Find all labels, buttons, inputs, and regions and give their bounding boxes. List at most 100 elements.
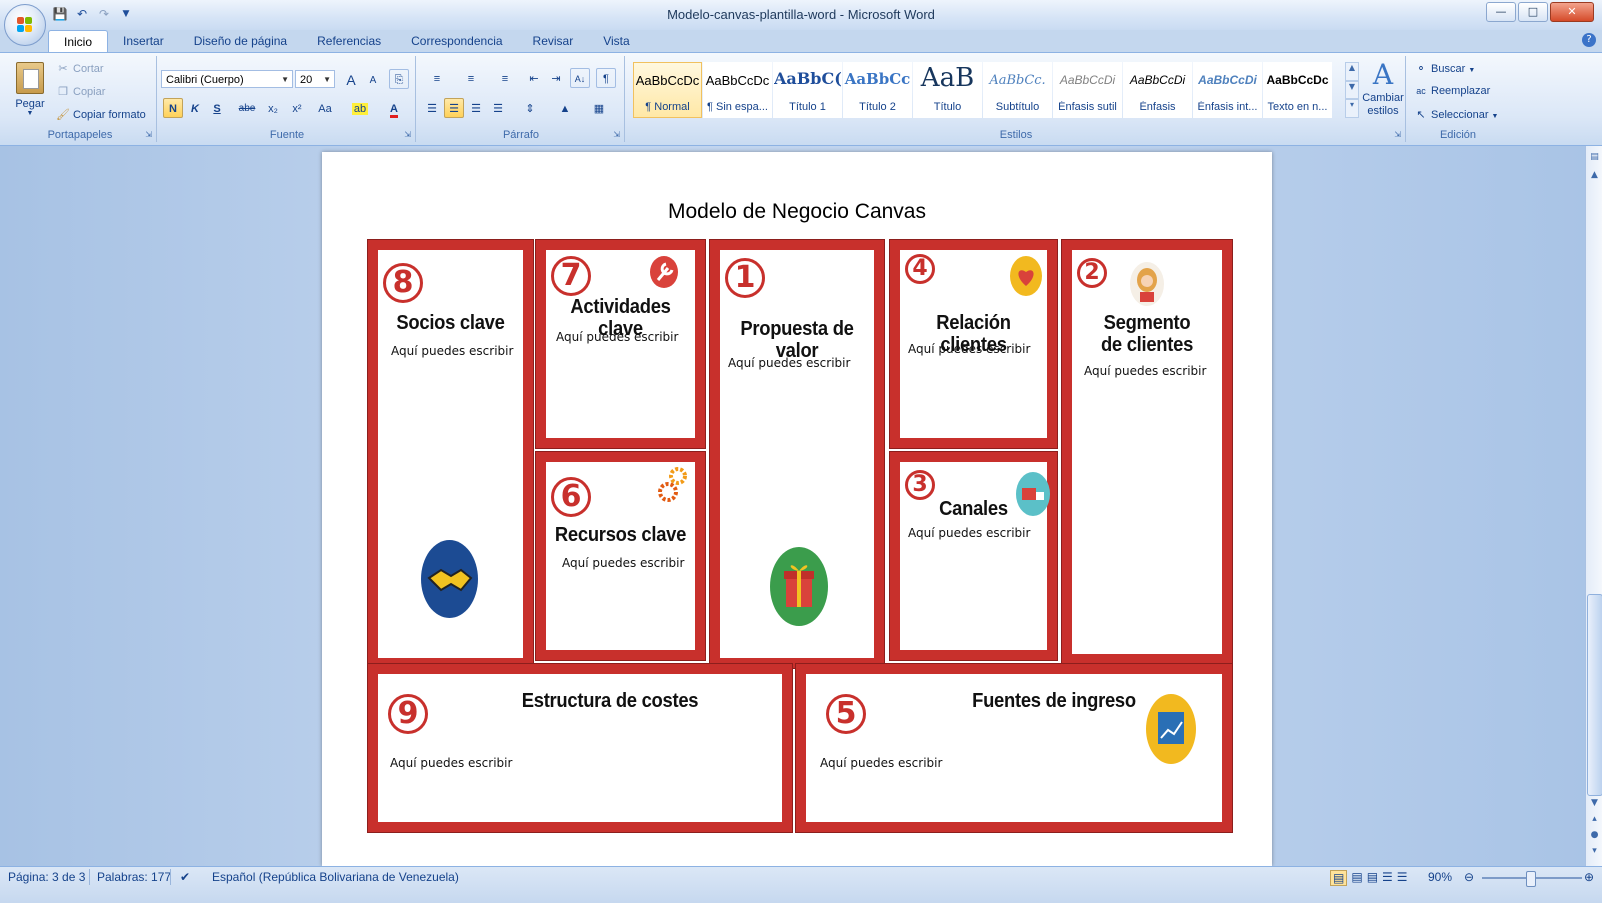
tab-correspondencia[interactable]: Correspondencia — [396, 30, 517, 52]
block-segmento-clientes[interactable]: 2 Segmento de clientes Aquí puedes escri… — [1061, 239, 1233, 665]
tab-insertar[interactable]: Insertar — [108, 30, 179, 52]
style-normal[interactable]: AaBbCcDc ¶ Normal — [633, 62, 702, 118]
font-size-select[interactable]: 20 ▼ — [295, 70, 335, 88]
next-page-icon[interactable]: ▾ — [1586, 846, 1602, 856]
format-painter-button[interactable]: 🖌 Copiar formato — [56, 108, 146, 121]
replace-button[interactable]: ac Reemplazar — [1414, 85, 1490, 97]
highlight-icon[interactable]: ab — [345, 98, 375, 118]
style-sin-espaciado[interactable]: AaBbCcDc ¶ Sin espa... — [703, 62, 772, 118]
style-enfasis-intenso[interactable]: AaBbCcDi Énfasis int... — [1193, 62, 1262, 118]
shading-icon[interactable]: ▲ — [550, 98, 580, 118]
block-relacion-clientes[interactable]: 4 Relación clientes Aquí puedes escribir — [889, 239, 1058, 449]
web-layout-icon[interactable]: ▤ — [1367, 870, 1378, 886]
borders-icon[interactable]: ▦ — [584, 98, 614, 118]
ruler-toggle-icon[interactable]: ▤ — [1586, 152, 1602, 162]
select-button[interactable]: ↖ Seleccionar ▼ — [1414, 108, 1498, 121]
help-icon[interactable]: ? — [1582, 33, 1596, 47]
decrease-indent-icon[interactable]: ⇤ — [524, 68, 544, 88]
zoom-level[interactable]: 90% — [1428, 870, 1452, 884]
grow-font-button[interactable]: A — [341, 69, 361, 89]
strikethrough-button[interactable]: abe — [235, 98, 259, 118]
zoom-in-icon[interactable]: ⊕ — [1584, 870, 1594, 884]
numbering-icon[interactable]: ≡ — [456, 68, 486, 88]
block-estructura-costes[interactable]: 9 Estructura de costes Aquí puedes escri… — [367, 663, 793, 833]
style-subtitulo[interactable]: AaBbCc. Subtítulo — [983, 62, 1052, 118]
block-actividades-clave[interactable]: 7 Actividades clave Aquí puedes escribir — [535, 239, 706, 449]
bold-button[interactable]: N — [163, 98, 183, 118]
cut-button[interactable]: ✂ Cortar — [56, 62, 103, 75]
find-button[interactable]: ⚬ Buscar ▼ — [1414, 62, 1475, 75]
increase-indent-icon[interactable]: ⇥ — [546, 68, 566, 88]
sort-button[interactable]: A↓ — [570, 68, 590, 88]
spellcheck-icon[interactable]: ✔ — [180, 870, 190, 884]
styles-dialog-launcher-icon[interactable]: ⇲ — [1394, 130, 1401, 139]
minimize-button[interactable]: — — [1486, 2, 1516, 22]
draft-icon[interactable]: ☰ — [1397, 870, 1408, 886]
change-case-button[interactable]: Aa — [311, 98, 339, 118]
align-left-icon[interactable]: ☰ — [422, 98, 442, 118]
block-propuesta-valor[interactable]: 1 Propuesta de valor Aquí puedes escribi… — [709, 239, 885, 669]
multilevel-list-icon[interactable]: ≡ — [490, 68, 520, 88]
block-fuentes-ingreso[interactable]: 5 Fuentes de ingreso Aquí puedes escribi… — [795, 663, 1233, 833]
language-indicator[interactable]: Español (República Bolivariana de Venezu… — [212, 870, 459, 884]
paragraph-dialog-launcher-icon[interactable]: ⇲ — [613, 130, 620, 139]
page-count[interactable]: Página: 3 de 3 — [8, 870, 85, 884]
align-right-icon[interactable]: ☰ — [466, 98, 486, 118]
office-button[interactable] — [4, 4, 46, 46]
zoom-slider[interactable] — [1482, 871, 1582, 887]
tab-diseno-pagina[interactable]: Diseño de página — [179, 30, 302, 52]
style-titulo-2[interactable]: AaBbCc Título 2 — [843, 62, 912, 118]
tab-referencias[interactable]: Referencias — [302, 30, 396, 52]
gallery-more-icon[interactable]: ▾ — [1345, 99, 1359, 119]
block-canales[interactable]: 3 Canales Aquí puedes escribir — [889, 451, 1058, 661]
font-color-icon[interactable]: A — [379, 98, 409, 118]
scroll-up-arrow-icon[interactable]: ▲ — [1586, 170, 1602, 180]
copy-button[interactable]: ❐ Copiar — [56, 85, 105, 98]
block-recursos-clave[interactable]: 6 Recursos clave Aquí puedes escribir — [535, 451, 706, 661]
scroll-thumb[interactable] — [1587, 594, 1602, 796]
style-texto-negrita[interactable]: AaBbCcDc Texto en n... — [1263, 62, 1332, 118]
vertical-scrollbar[interactable]: ▤ ▲ ▼ ▴ ● ▾ — [1585, 146, 1602, 866]
zoom-slider-thumb[interactable] — [1526, 871, 1536, 887]
close-button[interactable]: ✕ — [1550, 2, 1594, 22]
style-enfasis-sutil[interactable]: AaBbCcDi Énfasis sutil — [1053, 62, 1122, 118]
document-page[interactable]: Modelo de Negocio Canvas 8 Socios clave … — [322, 152, 1272, 866]
tab-vista[interactable]: Vista — [588, 30, 644, 52]
paragraph-group: ≡ ≡ ≡ ⇤ ⇥ A↓ ¶ ☰ ☰ ☰ ☰ ⇕ ▲ ▦ Párrafo ⇲ — [418, 56, 625, 142]
tab-inicio[interactable]: Inicio — [48, 30, 109, 53]
align-center-icon[interactable]: ☰ — [444, 98, 464, 118]
previous-page-icon[interactable]: ▴ — [1586, 814, 1602, 824]
line-spacing-icon[interactable]: ⇕ — [516, 98, 544, 118]
show-marks-button[interactable]: ¶ — [596, 68, 616, 88]
font-family-select[interactable]: Calibri (Cuerpo) ▼ — [161, 70, 293, 88]
italic-button[interactable]: K — [185, 98, 205, 118]
full-screen-reading-icon[interactable]: ▤ — [1351, 870, 1362, 886]
change-styles-icon: A — [1372, 58, 1394, 91]
block-socios-clave[interactable]: 8 Socios clave Aquí puedes escribir — [367, 239, 534, 669]
justify-icon[interactable]: ☰ — [488, 98, 508, 118]
scroll-up-icon[interactable]: ▲ — [1345, 62, 1359, 81]
style-enfasis[interactable]: AaBbCcDi Énfasis — [1123, 62, 1192, 118]
subscript-button[interactable]: x₂ — [263, 98, 283, 118]
print-layout-icon[interactable]: ▤ — [1330, 870, 1348, 886]
zoom-out-icon[interactable]: ⊖ — [1464, 870, 1474, 884]
tab-revisar[interactable]: Revisar — [518, 30, 589, 52]
scroll-down-arrow-icon[interactable]: ▼ — [1586, 798, 1602, 808]
font-dialog-launcher-icon[interactable]: ⇲ — [404, 130, 411, 139]
outline-icon[interactable]: ☰ — [1382, 870, 1393, 886]
superscript-button[interactable]: x² — [287, 98, 307, 118]
word-count[interactable]: Palabras: 177 — [97, 870, 171, 884]
style-titulo-1[interactable]: AaBbC( Título 1 — [773, 62, 842, 118]
style-titulo[interactable]: AaB Título — [913, 62, 982, 118]
paste-button[interactable]: Pegar ▼ — [10, 60, 50, 124]
dialog-launcher-icon[interactable]: ⇲ — [145, 130, 152, 139]
shrink-font-button[interactable]: A — [363, 69, 383, 89]
browse-object-icon[interactable]: ● — [1586, 830, 1602, 840]
clear-format-icon[interactable]: ⎘ — [389, 69, 409, 89]
scroll-down-icon[interactable]: ▼ — [1345, 80, 1359, 100]
underline-button[interactable]: S — [207, 98, 227, 118]
document-area[interactable]: Modelo de Negocio Canvas 8 Socios clave … — [0, 146, 1585, 866]
restore-button[interactable]: □ — [1518, 2, 1548, 22]
bullets-icon[interactable]: ≡ — [422, 68, 452, 88]
change-styles-button[interactable]: A Cambiar estilos — [1361, 58, 1405, 118]
